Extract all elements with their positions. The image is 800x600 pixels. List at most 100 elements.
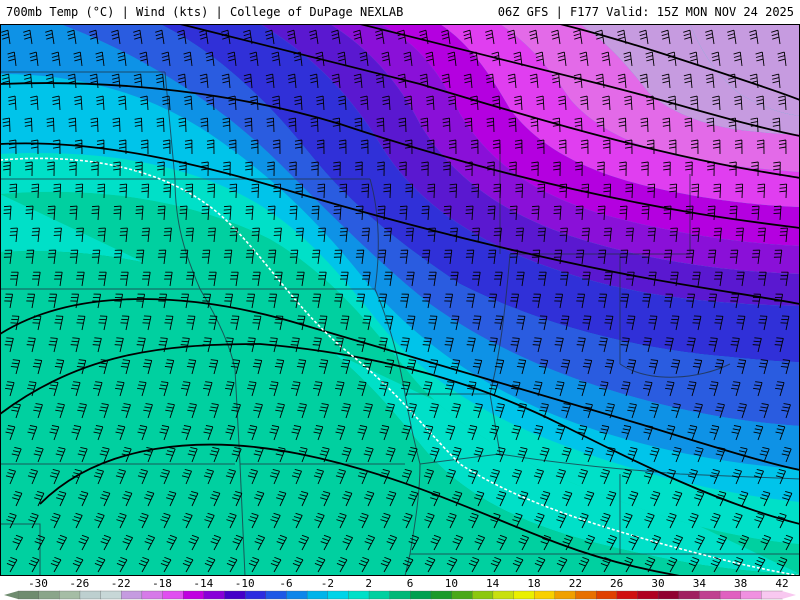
colorbar-swatch [657, 590, 680, 600]
wind-barb-feather [619, 212, 627, 215]
wind-barb-feather [50, 337, 58, 339]
colorbar-swatch [534, 590, 556, 600]
wind-barb-feather [290, 344, 298, 346]
wind-barb-feather [576, 344, 584, 346]
wind-barb-feather [5, 340, 13, 343]
wind-barb-feather [91, 212, 99, 215]
colorbar-swatch [141, 590, 164, 600]
wind-barb-feather [70, 205, 78, 208]
wind-barb-feather [92, 205, 100, 208]
wind-barb-feather [138, 337, 146, 339]
wind-barb-feather [6, 337, 14, 339]
wind-barb-feather [774, 205, 782, 208]
wind-barb-feather [356, 205, 364, 208]
wind-barb-feather [159, 340, 167, 343]
wind-barb-feather [377, 209, 385, 211]
wind-barb-feather [94, 337, 102, 339]
wind-barb-feather [93, 340, 101, 343]
wind-barb-feather [642, 205, 650, 208]
wind-barb-feather [732, 337, 740, 339]
wind-barb-feather [28, 337, 36, 339]
wind-barb-feather [421, 209, 429, 211]
wind-barb-feather [731, 340, 739, 343]
colorbar-swatch [410, 590, 432, 600]
wind-barb-feather [267, 212, 275, 215]
wind-barb-feather [48, 344, 56, 346]
wind-barb-feather [380, 337, 388, 339]
colorbar-swatch [38, 590, 60, 600]
colorbar-swatch [492, 590, 515, 600]
wind-barb-feather [204, 337, 212, 339]
wind-barb-feather [71, 340, 79, 343]
colorbar-label: -18 [152, 577, 172, 590]
wind-barb-feather [663, 212, 671, 215]
wind-barb-feather [357, 340, 365, 343]
wind-barb-feather [424, 337, 432, 339]
colorbar-label: 22 [569, 577, 582, 590]
colorbar-swatch [79, 590, 102, 600]
wind-barb-feather [49, 340, 57, 343]
colorbar-swatch [637, 590, 659, 600]
wind-barb-feather [289, 209, 297, 211]
wind-barb-feather [489, 340, 497, 343]
wind-barb-feather [443, 209, 451, 211]
wind-barb-feather [378, 344, 386, 346]
wind-barb-feather [510, 344, 518, 346]
wind-barb-feather [752, 205, 760, 208]
wind-barb-feather [664, 344, 672, 346]
wind-barb-feather [488, 344, 496, 346]
wind-barb-feather [180, 344, 188, 346]
wind-barb-feather [466, 205, 474, 208]
wind-barb-feather [72, 337, 80, 339]
colorbar-label: 2 [365, 577, 372, 590]
wind-barb-feather [707, 212, 715, 215]
colorbar-swatch [100, 590, 122, 600]
wind-barb-feather [401, 340, 409, 343]
wind-barb-feather [203, 340, 211, 343]
colorbar-label: -10 [235, 577, 255, 590]
wind-barb-feather [136, 205, 144, 208]
wind-barb-feather [622, 337, 630, 339]
wind-barb-feather [335, 340, 343, 343]
wind-barb-feather [599, 340, 607, 343]
wind-barb-feather [575, 212, 583, 215]
colorbar-swatch [430, 590, 453, 600]
colorbar-swatch [761, 590, 783, 600]
colorbar-swatch [59, 590, 81, 600]
wind-barb-feather [113, 212, 121, 215]
colorbar-swatch [554, 590, 577, 600]
wind-barb-feather [26, 205, 34, 208]
wind-barb-feather [446, 337, 454, 339]
wind-barb-feather [3, 212, 11, 215]
wind-barb-feather [510, 205, 518, 208]
wind-barb-feather [751, 209, 759, 211]
colorbar-swatch [203, 590, 226, 600]
colorbar-label: 10 [445, 577, 458, 590]
wind-barb-feather [289, 212, 297, 215]
colorbar-min-arrow [4, 591, 18, 599]
wind-barb-feather [754, 337, 762, 339]
colorbar-swatch [265, 590, 288, 600]
wind-barb-feather [556, 337, 564, 339]
wind-barb-feather [730, 344, 738, 346]
colorbar-label: 26 [610, 577, 623, 590]
wind-barb-feather [246, 205, 254, 208]
wind-barb-feather [752, 344, 760, 346]
wind-barb-feather [157, 212, 165, 215]
colorbar-swatch [719, 590, 742, 600]
colorbar-swatch [183, 590, 205, 600]
wind-barb-feather [4, 205, 12, 208]
wind-barb-feather [644, 337, 652, 339]
wind-barb-feather [223, 209, 231, 211]
wind-barb-feather [600, 337, 608, 339]
colorbar-label: 38 [734, 577, 747, 590]
wind-barb-feather [334, 344, 342, 346]
colorbar-label: -22 [111, 577, 131, 590]
wind-barb-feather [114, 344, 122, 346]
wind-barb-feather [531, 212, 539, 215]
colorbar-label: 18 [527, 577, 540, 590]
wind-barb-feather [181, 340, 189, 343]
colorbar-swatch [244, 590, 267, 600]
wind-barb-feather [532, 344, 540, 346]
wind-barb-feather [555, 340, 563, 343]
